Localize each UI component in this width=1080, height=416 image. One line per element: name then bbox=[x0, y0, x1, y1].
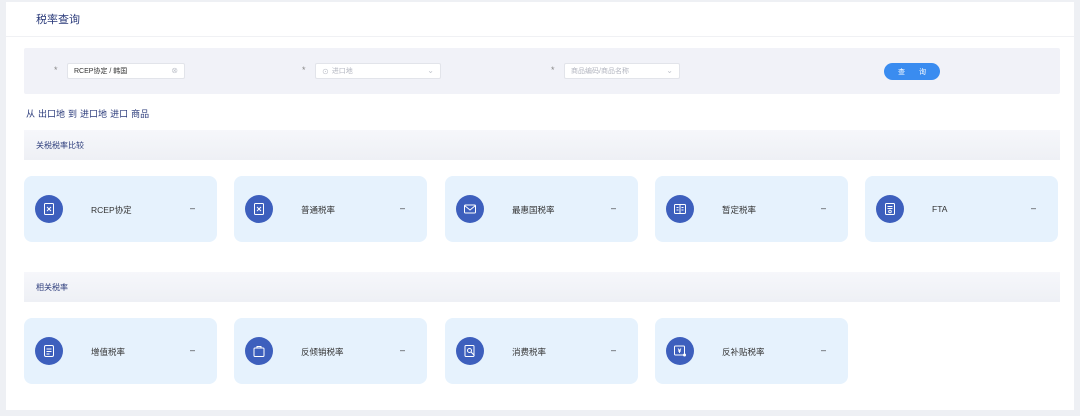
required-mark: * bbox=[54, 65, 58, 75]
route-to: 到 bbox=[68, 109, 78, 119]
document-x-icon bbox=[35, 195, 63, 223]
rate-card-countervailing[interactable]: 反补贴税率 – bbox=[655, 318, 848, 384]
required-mark: * bbox=[551, 65, 555, 75]
rate-card-consumption[interactable]: 消费税率 – bbox=[445, 318, 638, 384]
card-label: 普通税率 bbox=[301, 205, 336, 215]
location-icon: ⊙ bbox=[322, 66, 329, 76]
card-label: 反倾销税率 bbox=[301, 347, 344, 357]
card-value: – bbox=[820, 345, 826, 355]
route-destination: 进口地 bbox=[80, 109, 108, 119]
tax-rate-page: 税率查询 * RCEP协定 / 韩国 ⊗ * ⊙ 进口地 ⌄ * 商品编码/商品… bbox=[6, 2, 1074, 410]
card-label: 反补贴税率 bbox=[722, 347, 765, 357]
certificate-icon bbox=[876, 195, 904, 223]
tariff-card-row: RCEP协定 – 普通税率 – 最惠国税率 – 暂定税率 – FTA – bbox=[24, 176, 1064, 242]
yen-doc-icon bbox=[666, 337, 694, 365]
route-origin: 出口地 bbox=[38, 109, 66, 119]
card-value: – bbox=[1030, 203, 1036, 213]
card-value: – bbox=[189, 203, 195, 213]
rate-card-vat[interactable]: 增值税率 – bbox=[24, 318, 217, 384]
section-header-related: 相关税率 bbox=[24, 272, 1060, 302]
route-import: 进口 bbox=[110, 109, 129, 119]
card-label: 暂定税率 bbox=[722, 205, 757, 215]
rate-card-general[interactable]: 普通税率 – bbox=[234, 176, 427, 242]
chevron-down-icon: ⌄ bbox=[666, 66, 673, 75]
route-from: 从 bbox=[26, 109, 36, 119]
agreement-value: RCEP协定 / 韩国 bbox=[74, 68, 128, 75]
card-value: – bbox=[399, 345, 405, 355]
envelope-icon bbox=[456, 195, 484, 223]
section-title: 相关税率 bbox=[36, 282, 68, 292]
card-label: 增值税率 bbox=[91, 347, 126, 357]
import-country-select[interactable]: ⊙ 进口地 ⌄ bbox=[315, 63, 441, 79]
list-doc-icon bbox=[35, 337, 63, 365]
card-value: – bbox=[610, 203, 616, 213]
card-label: 最惠国税率 bbox=[512, 205, 555, 215]
rate-card-rcep[interactable]: RCEP协定 – bbox=[24, 176, 217, 242]
clear-circle-icon[interactable]: ⊗ bbox=[171, 67, 178, 75]
bag-icon bbox=[245, 337, 273, 365]
section-header-tariff: 关税税率比较 bbox=[24, 130, 1060, 160]
agreement-select[interactable]: RCEP协定 / 韩国 ⊗ bbox=[67, 63, 185, 79]
page-header: 税率查询 bbox=[6, 2, 1074, 37]
import-country-placeholder: 进口地 bbox=[331, 68, 353, 75]
related-card-row: 增值税率 – 反倾销税率 – 消费税率 – 反补贴税率 – bbox=[24, 318, 1064, 384]
card-label: 消费税率 bbox=[512, 347, 547, 357]
required-mark: * bbox=[302, 65, 306, 75]
rate-card-provisional[interactable]: 暂定税率 – bbox=[655, 176, 848, 242]
search-bar: * RCEP协定 / 韩国 ⊗ * ⊙ 进口地 ⌄ * 商品编码/商品名称 ⌄ … bbox=[24, 48, 1060, 94]
rate-card-anti-dumping[interactable]: 反倾销税率 – bbox=[234, 318, 427, 384]
card-value: – bbox=[189, 345, 195, 355]
search-doc-icon bbox=[456, 337, 484, 365]
route-goods: 商品 bbox=[131, 109, 150, 119]
query-button[interactable]: 查 询 bbox=[884, 63, 940, 80]
route-summary: 从出口地到进口地 进口 商品 bbox=[26, 107, 152, 120]
document-x-icon bbox=[245, 195, 273, 223]
page-title: 税率查询 bbox=[36, 14, 80, 26]
card-value: – bbox=[399, 203, 405, 213]
grid-icon bbox=[666, 195, 694, 223]
card-label: RCEP协定 bbox=[91, 205, 132, 215]
product-select[interactable]: 商品编码/商品名称 ⌄ bbox=[564, 63, 680, 79]
card-value: – bbox=[610, 345, 616, 355]
chevron-down-icon: ⌄ bbox=[427, 66, 434, 75]
card-label: FTA bbox=[932, 204, 948, 214]
section-title: 关税税率比较 bbox=[36, 140, 84, 150]
product-placeholder: 商品编码/商品名称 bbox=[571, 68, 629, 75]
rate-card-fta[interactable]: FTA – bbox=[865, 176, 1058, 242]
card-value: – bbox=[820, 203, 826, 213]
rate-card-mfn[interactable]: 最惠国税率 – bbox=[445, 176, 638, 242]
